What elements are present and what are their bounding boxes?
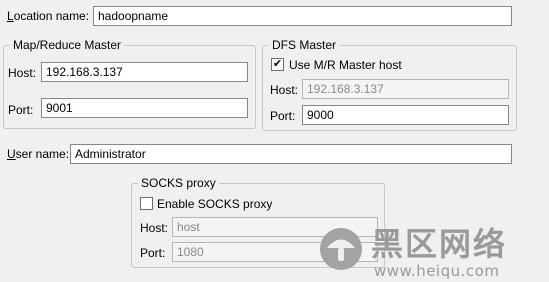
socks-host-label: Host: — [140, 221, 169, 235]
use-mr-master-host-checkbox[interactable]: ✔ — [271, 58, 284, 71]
dfs-host-input[interactable]: 192.168.3.137 — [302, 79, 509, 99]
enable-socks-proxy-checkbox[interactable] — [140, 197, 153, 210]
socks-proxy-legend: SOCKS proxy — [138, 176, 219, 190]
dfs-port-input[interactable]: 9000 — [302, 105, 509, 125]
location-name-label: Location name: — [7, 9, 90, 23]
checkmark-icon: ✔ — [272, 58, 283, 70]
watermark: 黑区网络 www.heiqu.com — [316, 224, 549, 282]
user-name-input[interactable]: Administrator — [70, 144, 512, 164]
dfs-port-label: Port: — [270, 109, 296, 123]
user-name-label: User name: — [7, 147, 70, 161]
mapreduce-master-legend: Map/Reduce Master — [10, 38, 125, 52]
watermark-url: www.heiqu.com — [374, 262, 500, 280]
mapreduce-host-label: Host: — [8, 66, 37, 80]
use-mr-master-host-label: Use M/R Master host — [289, 58, 402, 72]
socks-port-label: Port: — [140, 246, 166, 260]
watermark-title: 黑区网络 — [371, 225, 508, 263]
mapreduce-host-input[interactable]: 192.168.3.137 — [41, 62, 248, 82]
mapreduce-port-input[interactable]: 9001 — [41, 98, 248, 118]
enable-socks-proxy-label: Enable SOCKS proxy — [157, 197, 273, 211]
mushroom-logo-icon — [320, 228, 362, 270]
mapreduce-port-label: Port: — [8, 103, 34, 117]
dfs-master-legend: DFS Master — [269, 38, 340, 52]
dfs-host-label: Host: — [270, 83, 299, 97]
location-name-input[interactable]: hadoopname — [93, 6, 512, 26]
